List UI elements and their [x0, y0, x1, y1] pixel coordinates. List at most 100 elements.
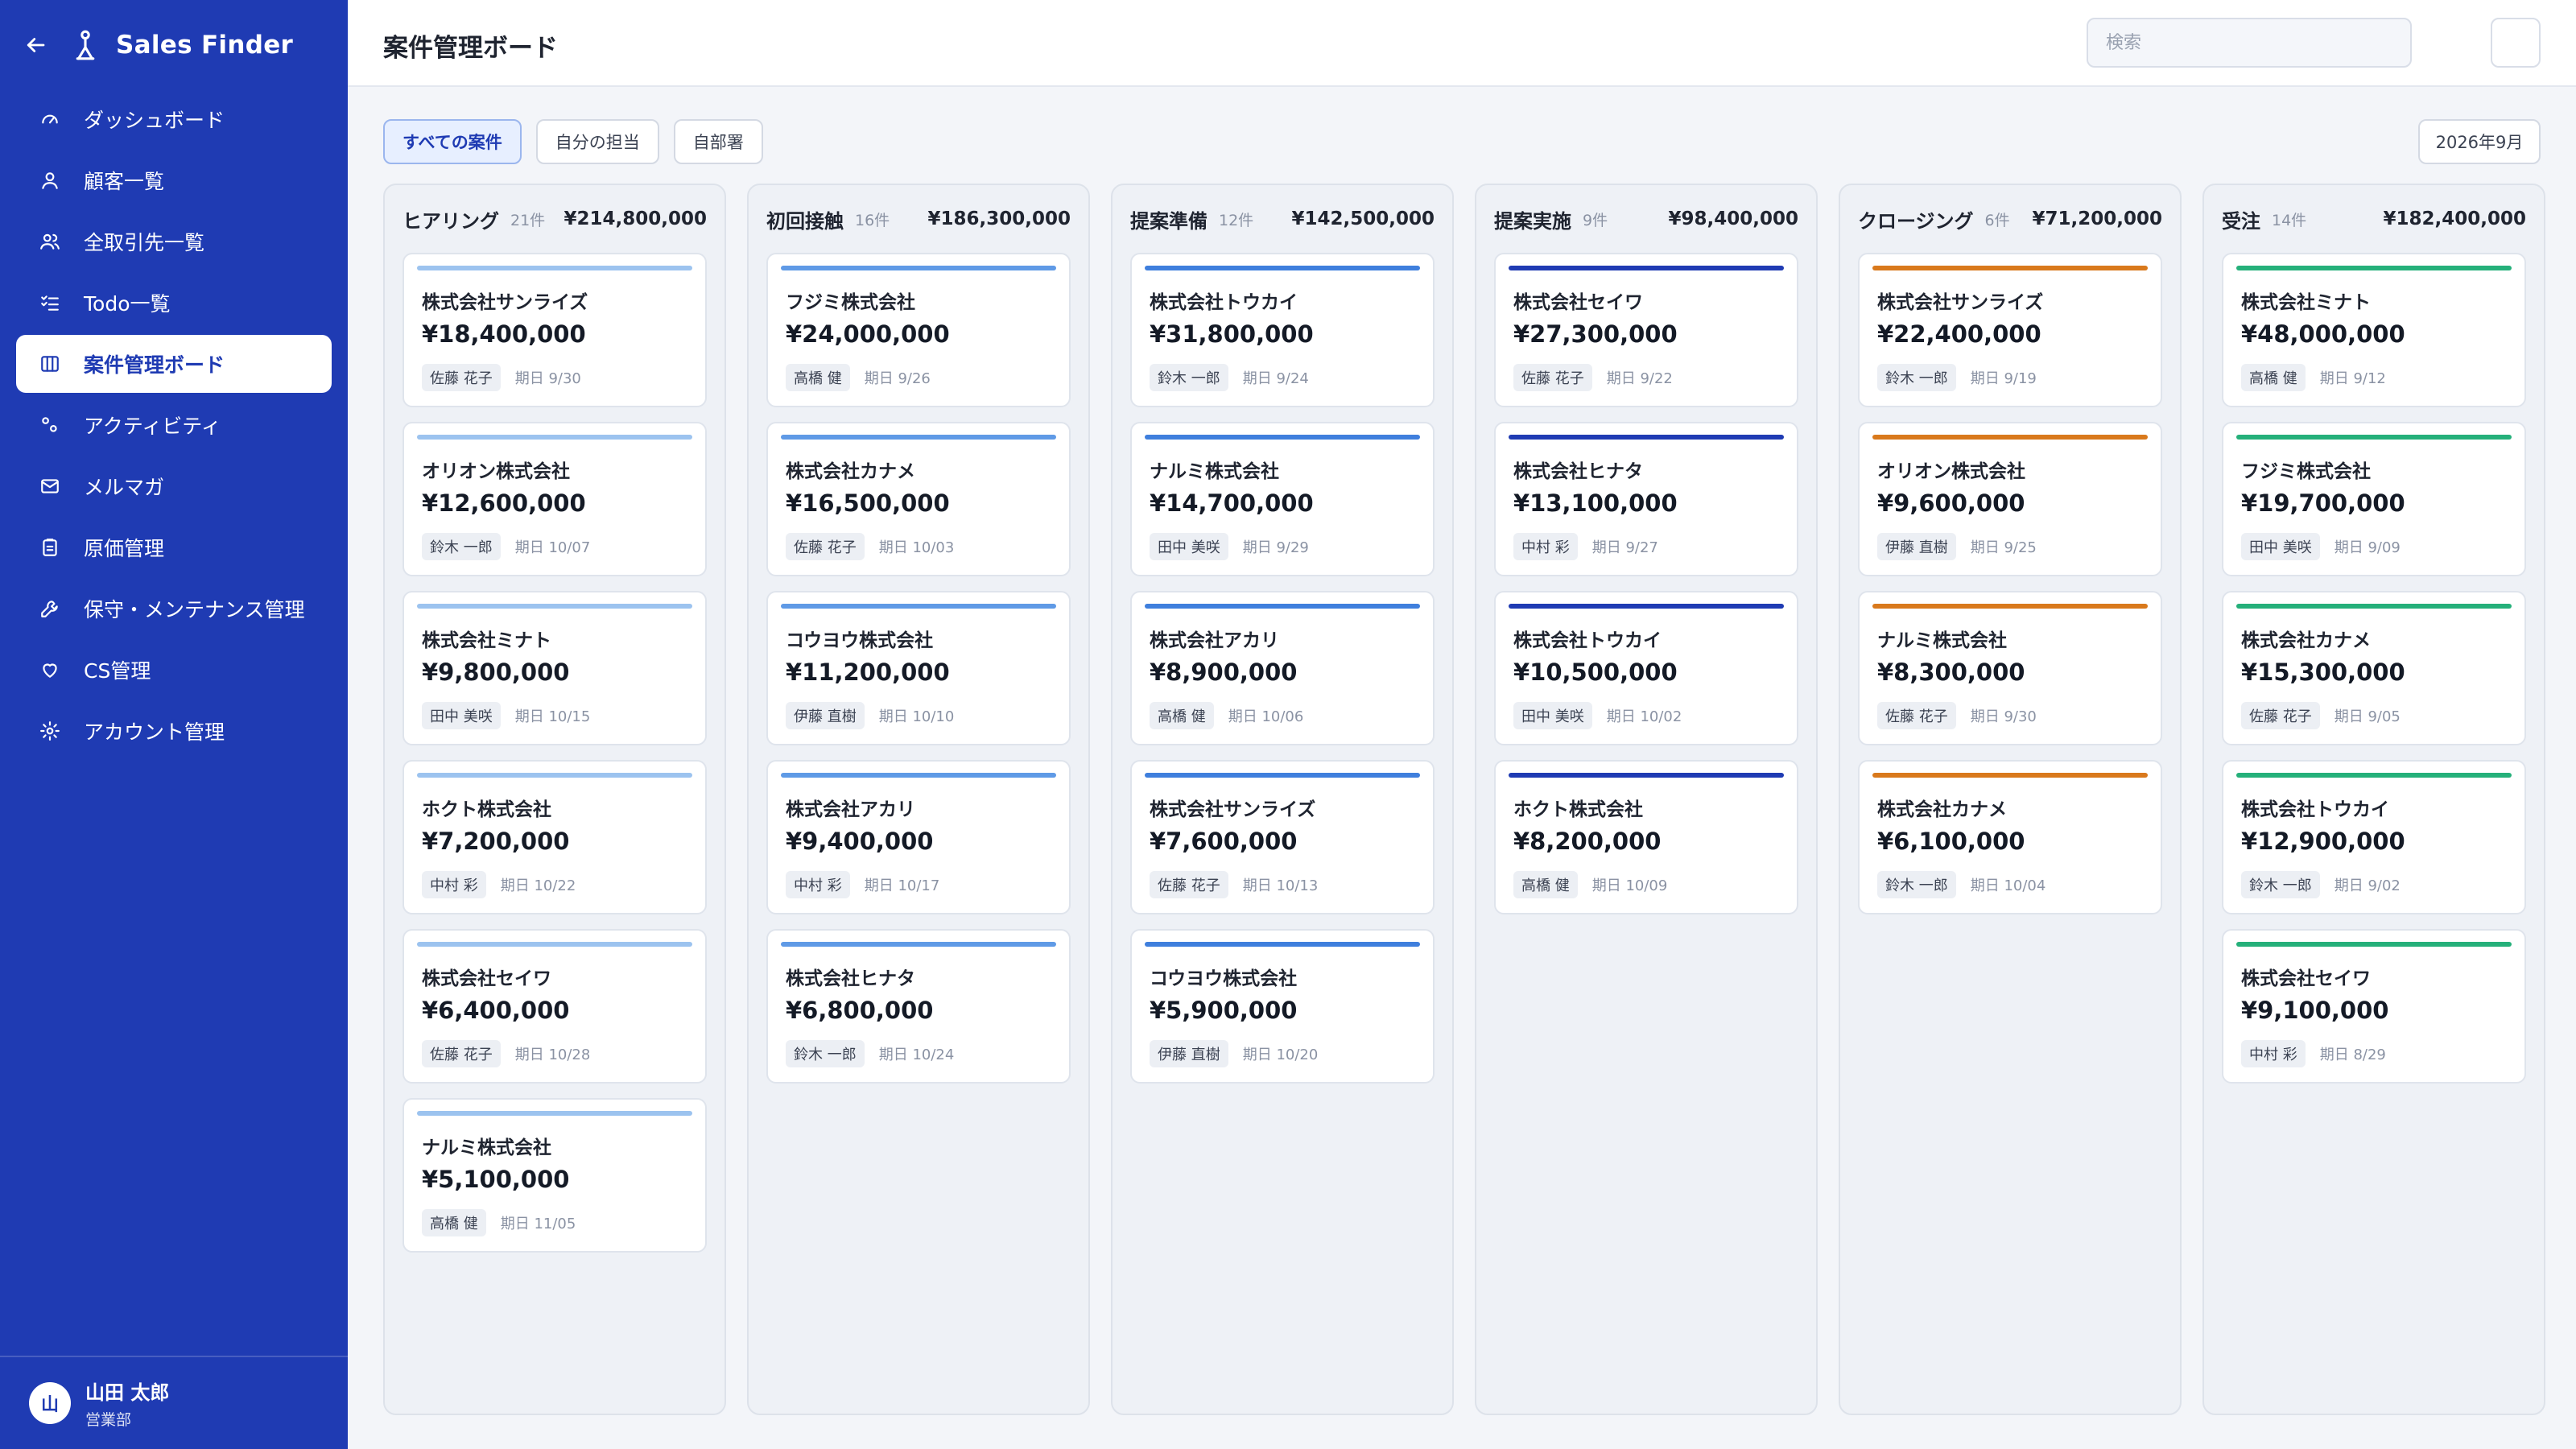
stage-color-bar — [781, 266, 1056, 270]
sidebar-item-users[interactable]: 全取引先一覧 — [16, 213, 332, 270]
sidebar-item-user[interactable]: 顧客一覧 — [16, 151, 332, 209]
stage-color-bar — [1509, 773, 1784, 778]
deal-card[interactable]: 株式会社トウカイ ¥12,900,000 鈴木 一郎 期日 9/02 — [2222, 760, 2526, 914]
deal-amount: ¥6,100,000 — [1877, 828, 2025, 855]
deal-card[interactable]: コウヨウ株式会社 ¥5,900,000 伊藤 直樹 期日 10/20 — [1130, 929, 1435, 1084]
search-input[interactable] — [2087, 18, 2412, 68]
sidebar-item-label: アクティビティ — [84, 415, 221, 438]
filter-chip[interactable]: 自分の担当 — [535, 119, 659, 164]
deal-card[interactable]: 株式会社ヒナタ ¥13,100,000 中村 彩期日 9/27 — [1494, 422, 1798, 576]
deal-card[interactable]: コウヨウ株式会社 ¥11,200,000 伊藤 直樹 期日 10/10 — [766, 591, 1071, 745]
deal-card[interactable]: 株式会社セイワ ¥27,300,000 佐藤 花子 期日 9/22 — [1494, 253, 1798, 407]
user-department: 営業部 — [85, 1411, 132, 1429]
deal-card[interactable]: フジミ株式会社 ¥19,700,000 田中 美咲 期日 9/09 — [2222, 422, 2526, 576]
deal-card[interactable]: 株式会社サンライズ ¥22,400,000 鈴木 一郎 期日 9/19 — [1858, 253, 2162, 407]
deal-amount: ¥5,900,000 — [1150, 997, 1298, 1024]
deal-card[interactable]: オリオン株式会社 ¥12,600,000 鈴木 一郎 期日 10/07 — [402, 422, 707, 576]
filter-chips: すべての案件 自分の担当 自部署 — [383, 119, 763, 164]
column-header: 提案実施 9件 ¥98,400,000 — [1494, 185, 1798, 253]
deal-company: 株式会社ミナト — [422, 630, 551, 651]
deal-company: フジミ株式会社 — [2241, 461, 2371, 482]
deal-card[interactable]: 株式会社ミナト ¥48,000,000 高橋 健期日 9/12 — [2222, 253, 2526, 407]
column-count: 14件 — [2272, 211, 2307, 229]
deal-due-date: 期日 10/06 — [1228, 708, 1304, 725]
deal-card[interactable]: ナルミ株式会社 ¥14,700,000 田中 美咲 期日 9/29 — [1130, 422, 1435, 576]
deal-card[interactable]: 株式会社サンライズ ¥7,600,000 佐藤 花子 期日 10/13 — [1130, 760, 1435, 914]
header-action-button[interactable] — [2491, 18, 2541, 68]
deal-card[interactable]: 株式会社トウカイ ¥31,800,000 鈴木 一郎 期日 9/24 — [1130, 253, 1435, 407]
deal-card[interactable]: 株式会社アカリ ¥9,400,000 中村 彩期日 10/17 — [766, 760, 1071, 914]
column-count: 16件 — [855, 211, 890, 229]
deal-due-date: 期日 10/04 — [1970, 877, 2046, 894]
deal-company: 株式会社セイワ — [422, 968, 551, 989]
deal-card[interactable]: ホクト株式会社 ¥8,200,000 高橋 健期日 10/09 — [1494, 760, 1798, 914]
deal-due-date: 期日 9/02 — [2334, 877, 2401, 894]
column-count: 9件 — [1583, 211, 1608, 229]
column-title: 初回接触 — [766, 209, 844, 233]
column-count: 21件 — [510, 211, 546, 229]
deal-card[interactable]: ホクト株式会社 ¥7,200,000 中村 彩期日 10/22 — [402, 760, 707, 914]
deal-owner-badge: 田中 美咲 — [1513, 702, 1592, 729]
column-count: 12件 — [1219, 211, 1254, 229]
user-profile[interactable]: 山 山田 太郎 営業部 — [0, 1356, 348, 1449]
deal-owner-badge: 高橋 健 — [1150, 702, 1214, 729]
deal-card[interactable]: 株式会社サンライズ ¥18,400,000 佐藤 花子 期日 9/30 — [402, 253, 707, 407]
column-total: ¥142,500,000 — [1291, 208, 1435, 229]
deal-card[interactable]: ナルミ株式会社 ¥5,100,000 高橋 健期日 11/05 — [402, 1098, 707, 1253]
sidebar-item-activity[interactable]: アクティビティ — [16, 396, 332, 454]
stage-color-bar — [1145, 266, 1420, 270]
deal-due-date: 期日 9/19 — [1970, 370, 2037, 387]
deal-company: 株式会社カナメ — [2241, 630, 2371, 651]
sidebar-item-label: ダッシュボード — [84, 109, 225, 132]
filter-chip[interactable]: すべての案件 — [383, 119, 522, 164]
sidebar-item-heart[interactable]: CS管理 — [16, 641, 332, 699]
deal-card[interactable]: 株式会社アカリ ¥8,900,000 高橋 健期日 10/06 — [1130, 591, 1435, 745]
brand: Sales Finder — [19, 23, 293, 68]
column-title: ヒアリング — [402, 209, 499, 233]
deal-card[interactable]: オリオン株式会社 ¥9,600,000 伊藤 直樹 期日 9/25 — [1858, 422, 2162, 576]
stage-color-bar — [417, 604, 692, 609]
deal-card[interactable]: フジミ株式会社 ¥24,000,000 高橋 健期日 9/26 — [766, 253, 1071, 407]
deal-card[interactable]: 株式会社セイワ ¥9,100,000 中村 彩期日 8/29 — [2222, 929, 2526, 1084]
deal-company: 株式会社トウカイ — [2241, 799, 2389, 820]
deal-company: 株式会社サンライズ — [1877, 292, 2044, 313]
deal-amount: ¥8,900,000 — [1150, 658, 1298, 686]
filter-chip[interactable]: 自部署 — [673, 119, 763, 164]
deal-amount: ¥31,800,000 — [1150, 320, 1314, 348]
deal-card[interactable]: 株式会社ミナト ¥9,800,000 田中 美咲 期日 10/15 — [402, 591, 707, 745]
deal-amount: ¥6,400,000 — [422, 997, 570, 1024]
stage-color-bar — [1145, 773, 1420, 778]
deal-due-date: 期日 8/29 — [2319, 1046, 2386, 1063]
deal-card[interactable]: 株式会社カナメ ¥15,300,000 佐藤 花子 期日 9/05 — [2222, 591, 2526, 745]
sidebar-item-gauge[interactable]: ダッシュボード — [16, 90, 332, 148]
sidebar-item-mail[interactable]: メルマガ — [16, 457, 332, 515]
app-name: Sales Finder — [116, 31, 294, 60]
deal-card[interactable]: 株式会社カナメ ¥6,100,000 鈴木 一郎 期日 10/04 — [1858, 760, 2162, 914]
deal-due-date: 期日 10/24 — [878, 1046, 955, 1063]
deal-card[interactable]: 株式会社ヒナタ ¥6,800,000 鈴木 一郎 期日 10/24 — [766, 929, 1071, 1084]
deal-due-date: 期日 10/07 — [514, 539, 591, 556]
deal-card[interactable]: 株式会社カナメ ¥16,500,000 佐藤 花子 期日 10/03 — [766, 422, 1071, 576]
deal-card[interactable]: 株式会社セイワ ¥6,400,000 佐藤 花子 期日 10/28 — [402, 929, 707, 1084]
sidebar-item-clipboard[interactable]: 原価管理 — [16, 518, 332, 576]
sidebar-item-board[interactable]: 案件管理ボード — [16, 335, 332, 393]
stage-color-bar — [2236, 773, 2512, 778]
sidebar-item-checklist[interactable]: Todo一覧 — [16, 274, 332, 332]
month-selector[interactable]: 2026年9月 — [2418, 119, 2541, 164]
column-header: 初回接触 16件 ¥186,300,000 — [766, 185, 1071, 253]
deal-card[interactable]: ナルミ株式会社 ¥8,300,000 佐藤 花子 期日 9/30 — [1858, 591, 2162, 745]
pipeline-column: 受注 14件 ¥182,400,000 株式会社ミナト ¥48,000,000 高橋 健期… — [2202, 184, 2545, 1415]
deal-company: ホクト株式会社 — [1513, 799, 1643, 820]
stage-color-bar — [1872, 266, 2148, 270]
stage-color-bar — [1509, 604, 1784, 609]
sidebar-item-label: 原価管理 — [84, 537, 165, 560]
deal-owner-badge: 鈴木 一郎 — [1877, 364, 1956, 391]
back-arrow-icon[interactable] — [19, 29, 52, 61]
deal-company: コウヨウ株式会社 — [786, 630, 934, 651]
deal-company: 株式会社カナメ — [1877, 799, 2007, 820]
deal-card[interactable]: 株式会社トウカイ ¥10,500,000 田中 美咲 期日 10/02 — [1494, 591, 1798, 745]
sidebar-item-gear[interactable]: アカウント管理 — [16, 702, 332, 760]
deal-owner-badge: 鈴木 一郎 — [2241, 871, 2320, 898]
sidebar-item-wrench[interactable]: 保守・メンテナンス管理 — [16, 580, 332, 638]
deal-due-date: 期日 10/02 — [1606, 708, 1682, 725]
